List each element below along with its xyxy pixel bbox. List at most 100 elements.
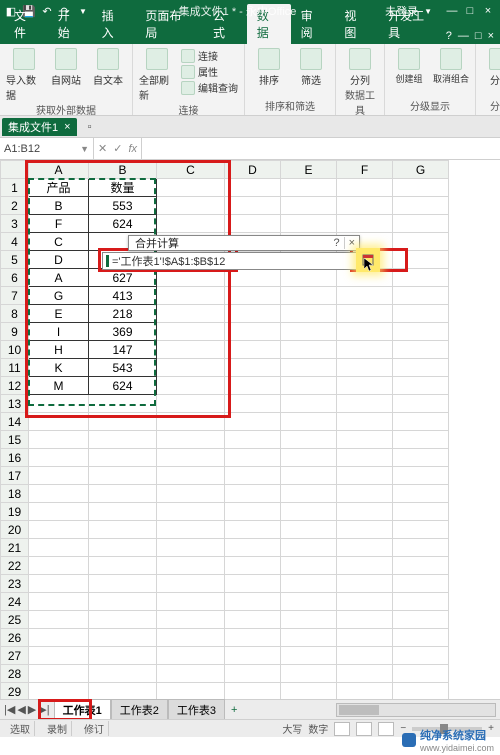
ribbon-minimize-icon[interactable]: — bbox=[458, 30, 469, 42]
tab-file[interactable]: 文件 bbox=[4, 4, 48, 44]
cell[interactable] bbox=[393, 323, 449, 341]
cell[interactable] bbox=[89, 665, 157, 683]
row-header[interactable]: 29 bbox=[1, 683, 29, 701]
cell[interactable] bbox=[393, 179, 449, 197]
cell[interactable] bbox=[157, 359, 225, 377]
cell[interactable] bbox=[29, 521, 89, 539]
cell[interactable] bbox=[29, 431, 89, 449]
cell[interactable] bbox=[393, 215, 449, 233]
cell[interactable] bbox=[225, 467, 281, 485]
cell[interactable] bbox=[225, 575, 281, 593]
tab-developer[interactable]: 开发工具 bbox=[378, 4, 446, 44]
cell[interactable]: H bbox=[29, 341, 89, 359]
cell[interactable] bbox=[337, 521, 393, 539]
cell[interactable] bbox=[281, 629, 337, 647]
col-header-d[interactable]: D bbox=[225, 161, 281, 179]
consolidate-reference-input[interactable]: ='工作表1'!$A$1:$B$12 bbox=[102, 252, 358, 270]
cell[interactable] bbox=[281, 485, 337, 503]
formula-bar[interactable] bbox=[142, 138, 500, 159]
cell[interactable]: 543 bbox=[89, 359, 157, 377]
cell[interactable] bbox=[281, 557, 337, 575]
scrollbar-thumb[interactable] bbox=[339, 705, 379, 715]
cell[interactable] bbox=[29, 539, 89, 557]
cell[interactable] bbox=[29, 683, 89, 701]
cell[interactable] bbox=[157, 287, 225, 305]
cell[interactable] bbox=[281, 539, 337, 557]
cell[interactable] bbox=[157, 503, 225, 521]
row-header[interactable]: 7 bbox=[1, 287, 29, 305]
row-header[interactable]: 12 bbox=[1, 377, 29, 395]
cell[interactable] bbox=[225, 593, 281, 611]
cell[interactable] bbox=[29, 557, 89, 575]
cell[interactable] bbox=[337, 215, 393, 233]
tab-home[interactable]: 开始 bbox=[48, 4, 92, 44]
cell[interactable] bbox=[337, 629, 393, 647]
btn-text-to-columns[interactable]: 分列 bbox=[342, 46, 378, 87]
consolidate-expand-button[interactable] bbox=[356, 248, 380, 272]
sheet-tab-2[interactable]: 工作表2 bbox=[111, 699, 168, 720]
consolidate-help-icon[interactable]: ? bbox=[329, 237, 343, 249]
cell[interactable] bbox=[89, 539, 157, 557]
row-header[interactable]: 18 bbox=[1, 485, 29, 503]
cell[interactable] bbox=[225, 305, 281, 323]
row-header[interactable]: 19 bbox=[1, 503, 29, 521]
cell[interactable] bbox=[225, 647, 281, 665]
cell[interactable] bbox=[29, 449, 89, 467]
cell[interactable] bbox=[281, 197, 337, 215]
cell[interactable] bbox=[157, 647, 225, 665]
cell[interactable] bbox=[225, 395, 281, 413]
sheet-nav-next-icon[interactable]: ▶ bbox=[28, 703, 36, 716]
cell[interactable] bbox=[337, 449, 393, 467]
select-all-corner[interactable] bbox=[1, 161, 29, 179]
cell[interactable] bbox=[89, 575, 157, 593]
cell[interactable] bbox=[157, 431, 225, 449]
cell[interactable]: F bbox=[29, 215, 89, 233]
col-header-a[interactable]: A bbox=[29, 161, 89, 179]
cell[interactable] bbox=[157, 683, 225, 701]
view-pagebreak-button[interactable] bbox=[378, 722, 394, 736]
cell[interactable]: 553 bbox=[89, 197, 157, 215]
btn-refresh-all[interactable]: 全部刷新 bbox=[139, 46, 175, 102]
cell[interactable] bbox=[29, 593, 89, 611]
cell[interactable] bbox=[337, 503, 393, 521]
cell[interactable] bbox=[29, 467, 89, 485]
cell[interactable] bbox=[89, 449, 157, 467]
cell[interactable] bbox=[157, 413, 225, 431]
cell[interactable] bbox=[393, 197, 449, 215]
cell[interactable] bbox=[89, 629, 157, 647]
cell[interactable] bbox=[393, 431, 449, 449]
cell[interactable] bbox=[393, 539, 449, 557]
document-tab-close-icon[interactable]: × bbox=[64, 121, 70, 133]
cell[interactable]: G bbox=[29, 287, 89, 305]
cell[interactable] bbox=[393, 341, 449, 359]
cell[interactable] bbox=[337, 287, 393, 305]
cell[interactable] bbox=[157, 611, 225, 629]
cell[interactable] bbox=[393, 377, 449, 395]
cell[interactable] bbox=[393, 665, 449, 683]
cell[interactable] bbox=[281, 521, 337, 539]
row-header[interactable]: 13 bbox=[1, 395, 29, 413]
view-normal-button[interactable] bbox=[334, 722, 350, 736]
cell[interactable] bbox=[29, 629, 89, 647]
cell[interactable] bbox=[337, 413, 393, 431]
cell[interactable] bbox=[225, 269, 281, 287]
cell[interactable] bbox=[337, 377, 393, 395]
cell[interactable] bbox=[89, 467, 157, 485]
cell[interactable] bbox=[393, 467, 449, 485]
cell[interactable] bbox=[225, 611, 281, 629]
status-revise[interactable]: 修订 bbox=[80, 721, 109, 736]
cell[interactable] bbox=[337, 593, 393, 611]
cell[interactable] bbox=[29, 647, 89, 665]
cell[interactable] bbox=[157, 539, 225, 557]
cell[interactable] bbox=[281, 431, 337, 449]
cell[interactable] bbox=[281, 593, 337, 611]
cell[interactable] bbox=[281, 377, 337, 395]
btn-from-web[interactable]: 自网站 bbox=[48, 46, 84, 102]
row-header[interactable]: 22 bbox=[1, 557, 29, 575]
cell[interactable] bbox=[337, 467, 393, 485]
row-header[interactable]: 4 bbox=[1, 233, 29, 251]
row-header[interactable]: 25 bbox=[1, 611, 29, 629]
btn-ungroup[interactable]: 取消组合 bbox=[433, 46, 469, 98]
cell[interactable] bbox=[225, 449, 281, 467]
cell[interactable] bbox=[393, 521, 449, 539]
